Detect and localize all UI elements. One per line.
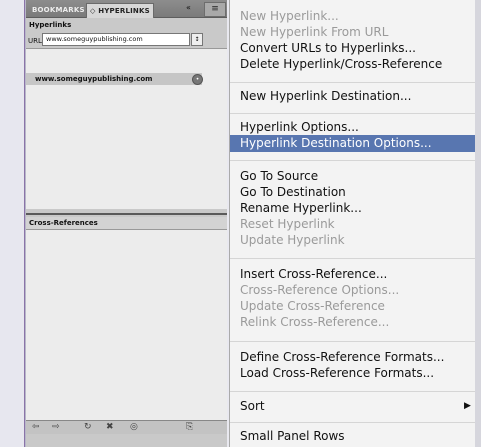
panel-toolbar: ⇦ ⇨ ↻ ✖ ◎ ⎘	[26, 420, 227, 434]
menu-item-cross-reference-options[interactable]: Cross-Reference Options...	[230, 282, 476, 299]
hyperlink-status-icon: •	[192, 74, 203, 85]
menu-item-hyperlink-options[interactable]: Hyperlink Options...	[230, 119, 476, 136]
menu-item-sort[interactable]: Sort	[230, 398, 476, 415]
document-edge	[0, 0, 26, 447]
menu-item-small-panel-rows[interactable]: Small Panel Rows	[230, 428, 476, 445]
menu-item-go-to-destination[interactable]: Go To Destination	[230, 184, 476, 201]
collapse-icon[interactable]: «	[186, 3, 191, 12]
menu-item-define-cross-reference-formats[interactable]: Define Cross-Reference Formats...	[230, 349, 476, 366]
menu-item-convert-urls[interactable]: Convert URLs to Hyperlinks...	[230, 40, 476, 57]
cross-references-title: Cross-References	[29, 219, 98, 227]
panel-flyout-menu: New Hyperlink... New Hyperlink From URL …	[229, 0, 476, 447]
url-stepper[interactable]: ↕	[191, 33, 203, 46]
menu-separator	[230, 82, 476, 83]
window-edge	[475, 0, 481, 447]
menu-item-relink-cross-reference[interactable]: Relink Cross-Reference...	[230, 314, 476, 331]
menu-item-hyperlink-destination-options[interactable]: Hyperlink Destination Options...	[230, 135, 476, 152]
trash-icon[interactable]: ⎘	[186, 421, 193, 434]
previous-arrow-icon[interactable]: ⇦	[32, 421, 40, 434]
menu-separator	[230, 391, 476, 392]
panel-menu-icon[interactable]: ≡	[204, 2, 226, 17]
hyperlinks-panel: BOOKMARKS ◇ HYPERLINKS « ≡ Hyperlinks UR…	[26, 0, 227, 447]
menu-item-new-hyperlink[interactable]: New Hyperlink...	[230, 8, 476, 25]
menu-item-insert-cross-reference[interactable]: Insert Cross-Reference...	[230, 266, 476, 283]
tab-bookmarks[interactable]: BOOKMARKS	[29, 3, 88, 17]
next-arrow-icon[interactable]: ⇨	[52, 421, 60, 434]
section-divider[interactable]	[26, 213, 227, 215]
broken-link-icon[interactable]: ✖	[106, 421, 114, 434]
panel-tab-bar: BOOKMARKS ◇ HYPERLINKS « ≡	[26, 0, 227, 18]
menu-item-rename-hyperlink[interactable]: Rename Hyperlink...	[230, 200, 476, 217]
link-icon[interactable]: ◎	[130, 421, 138, 434]
menu-item-new-hyperlink-destination[interactable]: New Hyperlink Destination...	[230, 88, 476, 105]
menu-separator	[230, 160, 476, 161]
menu-item-update-hyperlink[interactable]: Update Hyperlink	[230, 232, 476, 249]
refresh-icon[interactable]: ↻	[84, 421, 92, 434]
menu-item-new-hyperlink-from-url[interactable]: New Hyperlink From URL	[230, 24, 476, 41]
url-input[interactable]: www.someguypublishing.com	[42, 33, 190, 46]
menu-separator	[230, 341, 476, 342]
menu-separator	[230, 258, 476, 259]
tab-hyperlinks[interactable]: ◇ HYPERLINKS	[86, 3, 154, 18]
menu-item-load-cross-reference-formats[interactable]: Load Cross-Reference Formats...	[230, 365, 476, 382]
menu-separator	[230, 422, 476, 423]
menu-item-update-cross-reference[interactable]: Update Cross-Reference	[230, 298, 476, 315]
menu-item-go-to-source[interactable]: Go To Source	[230, 168, 476, 185]
menu-item-delete-hyperlink[interactable]: Delete Hyperlink/Cross-Reference	[230, 56, 476, 73]
cross-reference-list[interactable]	[26, 230, 227, 420]
submenu-arrow-icon: ▶	[464, 401, 471, 411]
menu-item-reset-hyperlink[interactable]: Reset Hyperlink	[230, 216, 476, 233]
menu-separator	[230, 113, 476, 114]
page-guide	[24, 0, 25, 447]
hyperlink-item[interactable]: www.someguypublishing.com	[35, 73, 152, 85]
hyperlinks-title: Hyperlinks	[29, 21, 72, 29]
